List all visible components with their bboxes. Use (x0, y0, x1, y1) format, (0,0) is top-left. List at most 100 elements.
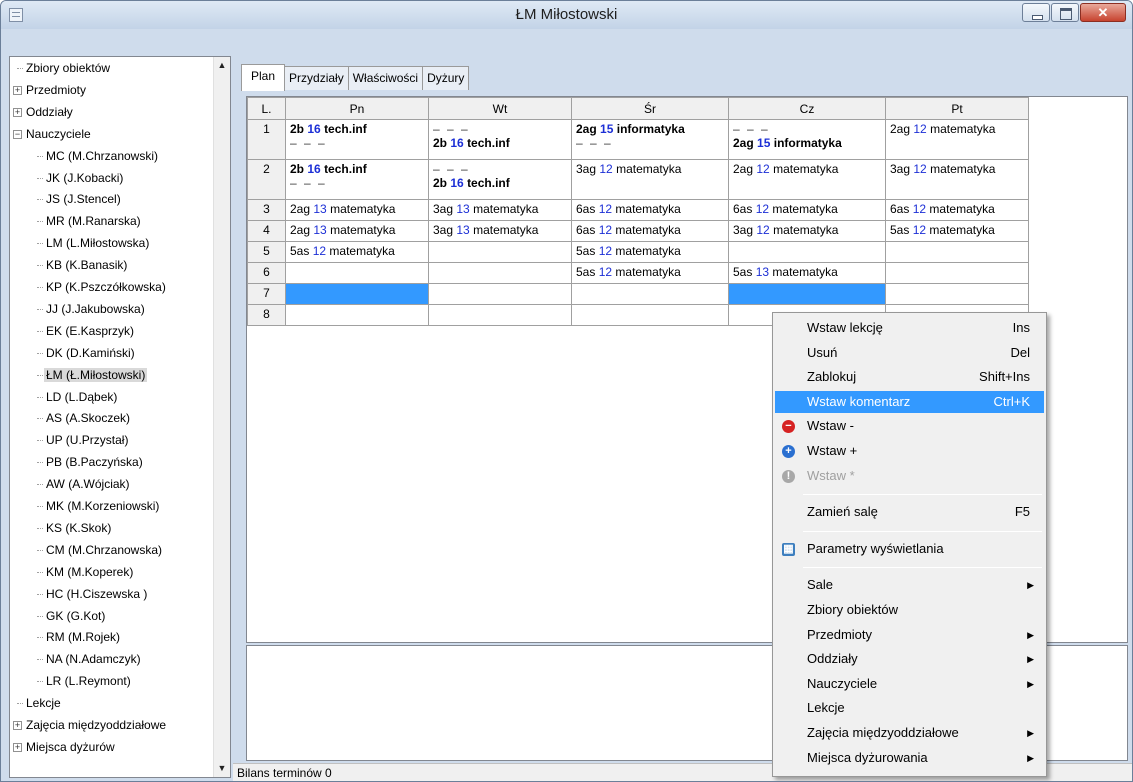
menu-item-zbiory-obiektów[interactable]: Zbiory obiektów (775, 599, 1044, 621)
plan-cell[interactable] (428, 283, 572, 305)
plan-cell[interactable]: – – –2ag 15 informatyka (728, 119, 886, 160)
plan-cell-selected[interactable] (728, 283, 886, 305)
plan-cell[interactable] (571, 283, 729, 305)
tree-item[interactable]: KB (K.Banasik) (10, 256, 129, 275)
plan-cell[interactable]: 5as 12 matematyka (885, 220, 1029, 242)
tab-1[interactable]: Plan (241, 64, 286, 91)
tree-item[interactable]: LM (L.Miłostowska) (10, 234, 151, 253)
plan-cell[interactable]: 2ag 13 matematyka (285, 199, 429, 221)
menu-item-nauczyciele[interactable]: Nauczyciele ▶ (775, 673, 1044, 695)
tab-2[interactable]: Przydziały (284, 66, 349, 90)
tree-item[interactable]: KS (K.Skok) (10, 519, 113, 538)
tree-item[interactable]: JK (J.Kobacki) (10, 169, 125, 188)
tree-item[interactable]: + Przedmioty (10, 81, 88, 100)
plan-cell[interactable]: – – –2b 16 tech.inf (428, 159, 572, 200)
collapse-icon[interactable]: − (13, 129, 22, 139)
plan-cell[interactable] (428, 262, 572, 284)
menu-item-wstaw-komentarz[interactable]: Wstaw komentarz Ctrl+K (775, 390, 1044, 413)
plan-cell[interactable]: 3ag 12 matematyka (885, 159, 1029, 200)
tree-item[interactable]: KP (K.Pszczółkowska) (10, 278, 168, 297)
plan-cell[interactable]: 6as 12 matematyka (728, 199, 886, 221)
plan-cell-selected[interactable] (285, 283, 429, 305)
plan-cell[interactable] (428, 304, 572, 326)
plan-cell[interactable]: – – –2b 16 tech.inf (428, 119, 572, 160)
tab-4[interactable]: Dyżury (422, 66, 470, 90)
menu-item-przedmioty[interactable]: Przedmioty ▶ (775, 624, 1044, 646)
plan-cell[interactable]: 6as 12 matematyka (571, 220, 729, 242)
plan-cell[interactable] (571, 304, 729, 326)
expand-icon[interactable]: + (13, 107, 22, 117)
tree-item[interactable]: KM (M.Koperek) (10, 563, 135, 582)
tree-item[interactable]: DK (D.Kamiński) (10, 344, 137, 363)
expand-icon[interactable]: + (13, 721, 22, 730)
plan-cell[interactable] (885, 241, 1029, 263)
tree-item[interactable]: + Oddziały (10, 103, 75, 122)
tree-item[interactable]: NA (N.Adamczyk) (10, 650, 143, 669)
plan-cell[interactable]: 3ag 13 matematyka (428, 220, 572, 242)
expand-icon[interactable]: + (13, 742, 22, 752)
tree-item[interactable]: LR (L.Reymont) (10, 672, 133, 691)
plan-cell[interactable]: 2ag 12 matematyka (728, 159, 886, 200)
tree-item[interactable]: ŁM (Ł.Miłostowski) (10, 366, 148, 385)
tree-item[interactable]: UP (U.Przystał) (10, 431, 130, 450)
plan-cell[interactable]: 2b 16 tech.inf – – – (285, 159, 429, 200)
plan-cell[interactable]: 5as 12 matematyka (571, 262, 729, 284)
tab-3[interactable]: Właściwości (347, 66, 424, 90)
tree-item[interactable]: CM (M.Chrzanowska) (10, 541, 164, 560)
tree-item[interactable]: MC (M.Chrzanowski) (10, 147, 160, 166)
tree-item[interactable]: MR (M.Ranarska) (10, 212, 143, 231)
tree-item[interactable]: RM (M.Rojek) (10, 628, 122, 647)
tree-item[interactable]: MK (M.Korzeniowski) (10, 497, 161, 516)
menu-item-zablokuj[interactable]: Zablokuj Shift+Ins (775, 366, 1044, 388)
plan-cell[interactable] (285, 262, 429, 284)
plan-cell[interactable]: 5as 12 matematyka (571, 241, 729, 263)
plan-cell[interactable] (728, 241, 886, 263)
tree-item[interactable]: − Nauczyciele (10, 125, 93, 144)
plan-cell[interactable] (428, 241, 572, 263)
plan-cell[interactable]: 2ag 12 matematyka (885, 119, 1029, 160)
plan-cell[interactable]: 2b 16 tech.inf – – – (285, 119, 429, 160)
plan-cell[interactable]: 5as 12 matematyka (285, 241, 429, 263)
tree-item[interactable]: Zbiory obiektów (10, 59, 112, 78)
menu-item-sale[interactable]: Sale ▶ (775, 574, 1044, 596)
tree-item[interactable]: LD (L.Dąbek) (10, 388, 119, 407)
tree-scrollbar[interactable]: ▲ ▼ (213, 57, 230, 777)
object-tree[interactable]: ▲ ▼ Zbiory obiektów + Przedmioty + Oddziały −… (9, 56, 231, 778)
plan-cell[interactable]: 5as 13 matematyka (728, 262, 886, 284)
tree-item[interactable]: + Miejsca dyżurów (10, 738, 117, 757)
tree-item[interactable]: Lekcje (10, 694, 63, 713)
tree-item[interactable]: JJ (J.Jakubowska) (10, 300, 147, 319)
maximize-button[interactable] (1051, 3, 1079, 22)
menu-item-wstaw-lekcję[interactable]: Wstaw lekcję Ins (775, 317, 1044, 339)
menu-item-lekcje[interactable]: Lekcje (775, 697, 1044, 719)
plan-cell[interactable]: 3ag 12 matematyka (571, 159, 729, 200)
scroll-down-icon[interactable]: ▼ (214, 760, 230, 777)
tree-item[interactable]: HC (H.Ciszewska ) (10, 585, 149, 604)
tree-item[interactable]: EK (E.Kasprzyk) (10, 322, 136, 341)
plan-cell[interactable] (885, 262, 1029, 284)
tree-item[interactable]: GK (G.Kot) (10, 607, 107, 626)
tree-item[interactable]: PB (B.Paczyńska) (10, 453, 145, 472)
menu-item-wstaw[interactable]: − Wstaw - (775, 415, 1044, 437)
plan-cell[interactable]: 6as 12 matematyka (571, 199, 729, 221)
menu-item-parametry-wyświetlania[interactable]: ▦ Parametry wyświetlania (775, 538, 1044, 560)
plan-cell[interactable]: 3ag 13 matematyka (428, 199, 572, 221)
tree-item[interactable]: JS (J.Stencel) (10, 190, 123, 209)
plan-cell[interactable]: 6as 12 matematyka (885, 199, 1029, 221)
plan-cell[interactable]: 2ag 15 informatyka – – – (571, 119, 729, 160)
plan-cell[interactable]: 3ag 12 matematyka (728, 220, 886, 242)
tree-item[interactable]: AW (A.Wójciak) (10, 475, 132, 494)
menu-item-miejsca-dyżurowania[interactable]: Miejsca dyżurowania ▶ (775, 747, 1044, 769)
menu-item-zajęcia-międzyoddziałowe[interactable]: Zajęcia międzyoddziałowe ▶ (775, 722, 1044, 744)
menu-item-oddziały[interactable]: Oddziały ▶ (775, 648, 1044, 670)
menu-item-usuń[interactable]: Usuń Del (775, 342, 1044, 364)
scroll-up-icon[interactable]: ▲ (214, 57, 230, 74)
tree-item[interactable]: AS (A.Skoczek) (10, 409, 132, 428)
plan-cell[interactable]: 2ag 13 matematyka (285, 220, 429, 242)
menu-item-zamień-salę[interactable]: Zamień salę F5 (775, 501, 1044, 523)
menu-item-wstaw[interactable]: + Wstaw + (775, 440, 1044, 462)
tree-item[interactable]: + Zajęcia międzyoddziałowe (10, 716, 168, 735)
plan-cell[interactable] (285, 304, 429, 326)
close-button[interactable] (1080, 3, 1126, 22)
title-bar[interactable]: ŁM Miłostowski (1, 1, 1132, 29)
